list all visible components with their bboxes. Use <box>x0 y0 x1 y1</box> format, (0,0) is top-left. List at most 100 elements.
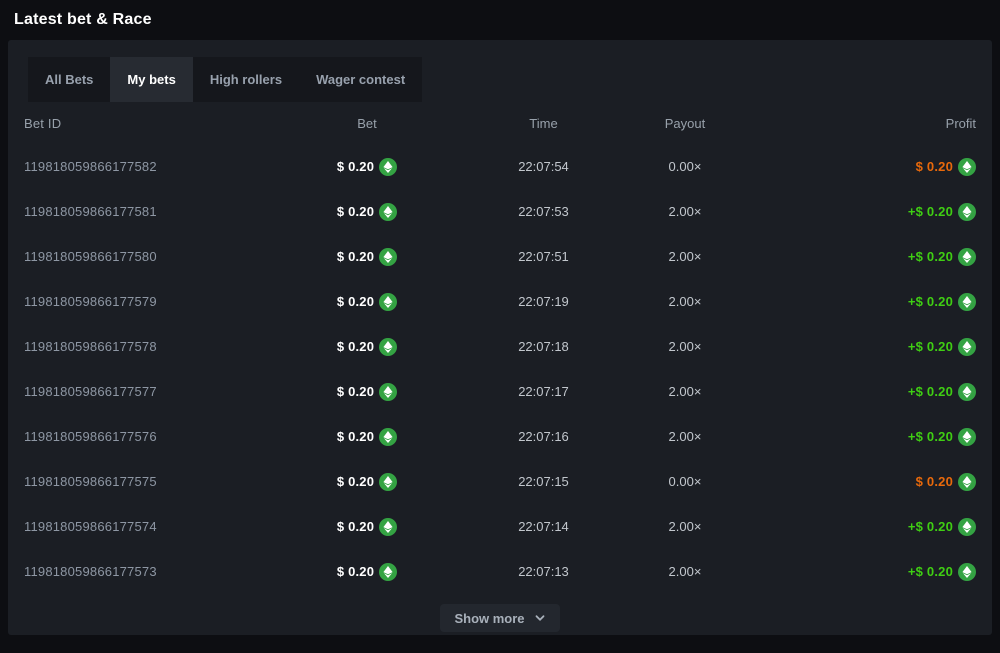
bet-cell: $ 0.20 <box>297 518 437 536</box>
payout-cell: 2.00× <box>650 249 720 264</box>
profit-amount: +$ 0.20 <box>908 564 953 579</box>
table-row[interactable]: 119818059866177581 $ 0.20 22:07:53 2.00×… <box>8 189 992 234</box>
tab-my-bets[interactable]: My bets <box>110 57 192 102</box>
ethereum-coin-icon <box>958 383 976 401</box>
tab-all-bets[interactable]: All Bets <box>28 57 110 102</box>
latest-bets-panel: All Bets My bets High rollers Wager cont… <box>8 40 992 635</box>
ethereum-coin-icon <box>379 203 397 221</box>
profit-amount: +$ 0.20 <box>908 429 953 444</box>
profit-cell: +$ 0.20 <box>720 563 976 581</box>
tab-wager-contest[interactable]: Wager contest <box>299 57 422 102</box>
table-row[interactable]: 119818059866177579 $ 0.20 22:07:19 2.00×… <box>8 279 992 324</box>
ethereum-coin-icon <box>958 248 976 266</box>
ethereum-coin-icon <box>958 473 976 491</box>
ethereum-coin-icon <box>379 248 397 266</box>
profit-amount: +$ 0.20 <box>908 249 953 264</box>
profit-amount: $ 0.20 <box>916 159 953 174</box>
bet-amount: $ 0.20 <box>337 564 374 579</box>
ethereum-coin-icon <box>958 563 976 581</box>
time-cell: 22:07:18 <box>437 339 650 354</box>
table-row[interactable]: 119818059866177577 $ 0.20 22:07:17 2.00×… <box>8 369 992 414</box>
ethereum-coin-icon <box>379 563 397 581</box>
bet-amount: $ 0.20 <box>337 249 374 264</box>
ethereum-coin-icon <box>379 293 397 311</box>
table-row[interactable]: 119818059866177582 $ 0.20 22:07:54 0.00×… <box>8 144 992 189</box>
bet-id-cell[interactable]: 119818059866177580 <box>24 249 297 264</box>
bet-amount: $ 0.20 <box>337 294 374 309</box>
bet-amount: $ 0.20 <box>337 204 374 219</box>
profit-cell: +$ 0.20 <box>720 293 976 311</box>
table-header-row: Bet ID Bet Time Payout Profit <box>8 102 992 144</box>
payout-cell: 2.00× <box>650 564 720 579</box>
ethereum-coin-icon <box>958 338 976 356</box>
ethereum-coin-icon <box>379 338 397 356</box>
tab-high-rollers[interactable]: High rollers <box>193 57 299 102</box>
chevron-down-icon <box>534 612 546 624</box>
time-cell: 22:07:16 <box>437 429 650 444</box>
bet-id-cell[interactable]: 119818059866177581 <box>24 204 297 219</box>
bet-amount: $ 0.20 <box>337 339 374 354</box>
table-row[interactable]: 119818059866177578 $ 0.20 22:07:18 2.00×… <box>8 324 992 369</box>
bet-id-cell[interactable]: 119818059866177573 <box>24 564 297 579</box>
profit-cell: +$ 0.20 <box>720 248 976 266</box>
bet-amount: $ 0.20 <box>337 384 374 399</box>
bet-cell: $ 0.20 <box>297 158 437 176</box>
column-header-time: Time <box>437 116 650 131</box>
ethereum-coin-icon <box>379 158 397 176</box>
profit-cell: +$ 0.20 <box>720 383 976 401</box>
profit-cell: $ 0.20 <box>720 158 976 176</box>
bet-cell: $ 0.20 <box>297 248 437 266</box>
payout-cell: 2.00× <box>650 339 720 354</box>
bet-amount: $ 0.20 <box>337 159 374 174</box>
column-header-payout: Payout <box>650 116 720 131</box>
table-body: 119818059866177582 $ 0.20 22:07:54 0.00×… <box>8 144 992 594</box>
payout-cell: 2.00× <box>650 204 720 219</box>
profit-amount: +$ 0.20 <box>908 204 953 219</box>
payout-cell: 0.00× <box>650 474 720 489</box>
bet-id-cell[interactable]: 119818059866177579 <box>24 294 297 309</box>
show-more-button[interactable]: Show more <box>440 604 559 632</box>
bet-id-cell[interactable]: 119818059866177576 <box>24 429 297 444</box>
bet-id-cell[interactable]: 119818059866177578 <box>24 339 297 354</box>
time-cell: 22:07:17 <box>437 384 650 399</box>
profit-amount: $ 0.20 <box>916 474 953 489</box>
bet-id-cell[interactable]: 119818059866177575 <box>24 474 297 489</box>
show-more-label: Show more <box>454 611 524 626</box>
bet-id-cell[interactable]: 119818059866177577 <box>24 384 297 399</box>
bet-amount: $ 0.20 <box>337 429 374 444</box>
payout-cell: 0.00× <box>650 159 720 174</box>
ethereum-coin-icon <box>958 428 976 446</box>
bet-id-cell[interactable]: 119818059866177582 <box>24 159 297 174</box>
time-cell: 22:07:53 <box>437 204 650 219</box>
column-header-bet: Bet <box>297 116 437 131</box>
time-cell: 22:07:15 <box>437 474 650 489</box>
ethereum-coin-icon <box>958 158 976 176</box>
profit-amount: +$ 0.20 <box>908 384 953 399</box>
table-row[interactable]: 119818059866177580 $ 0.20 22:07:51 2.00×… <box>8 234 992 279</box>
profit-amount: +$ 0.20 <box>908 339 953 354</box>
time-cell: 22:07:19 <box>437 294 650 309</box>
bet-cell: $ 0.20 <box>297 203 437 221</box>
payout-cell: 2.00× <box>650 294 720 309</box>
ethereum-coin-icon <box>379 473 397 491</box>
bet-id-cell[interactable]: 119818059866177574 <box>24 519 297 534</box>
bet-cell: $ 0.20 <box>297 563 437 581</box>
time-cell: 22:07:51 <box>437 249 650 264</box>
time-cell: 22:07:14 <box>437 519 650 534</box>
payout-cell: 2.00× <box>650 384 720 399</box>
page-title: Latest bet & Race <box>14 11 152 29</box>
bet-cell: $ 0.20 <box>297 383 437 401</box>
ethereum-coin-icon <box>958 518 976 536</box>
table-row[interactable]: 119818059866177574 $ 0.20 22:07:14 2.00×… <box>8 504 992 549</box>
payout-cell: 2.00× <box>650 519 720 534</box>
bet-amount: $ 0.20 <box>337 519 374 534</box>
profit-cell: +$ 0.20 <box>720 338 976 356</box>
profit-amount: +$ 0.20 <box>908 519 953 534</box>
table-row[interactable]: 119818059866177576 $ 0.20 22:07:16 2.00×… <box>8 414 992 459</box>
column-header-bet-id: Bet ID <box>24 116 297 131</box>
time-cell: 22:07:13 <box>437 564 650 579</box>
table-row[interactable]: 119818059866177573 $ 0.20 22:07:13 2.00×… <box>8 549 992 594</box>
table-row[interactable]: 119818059866177575 $ 0.20 22:07:15 0.00×… <box>8 459 992 504</box>
profit-cell: +$ 0.20 <box>720 203 976 221</box>
ethereum-coin-icon <box>379 428 397 446</box>
